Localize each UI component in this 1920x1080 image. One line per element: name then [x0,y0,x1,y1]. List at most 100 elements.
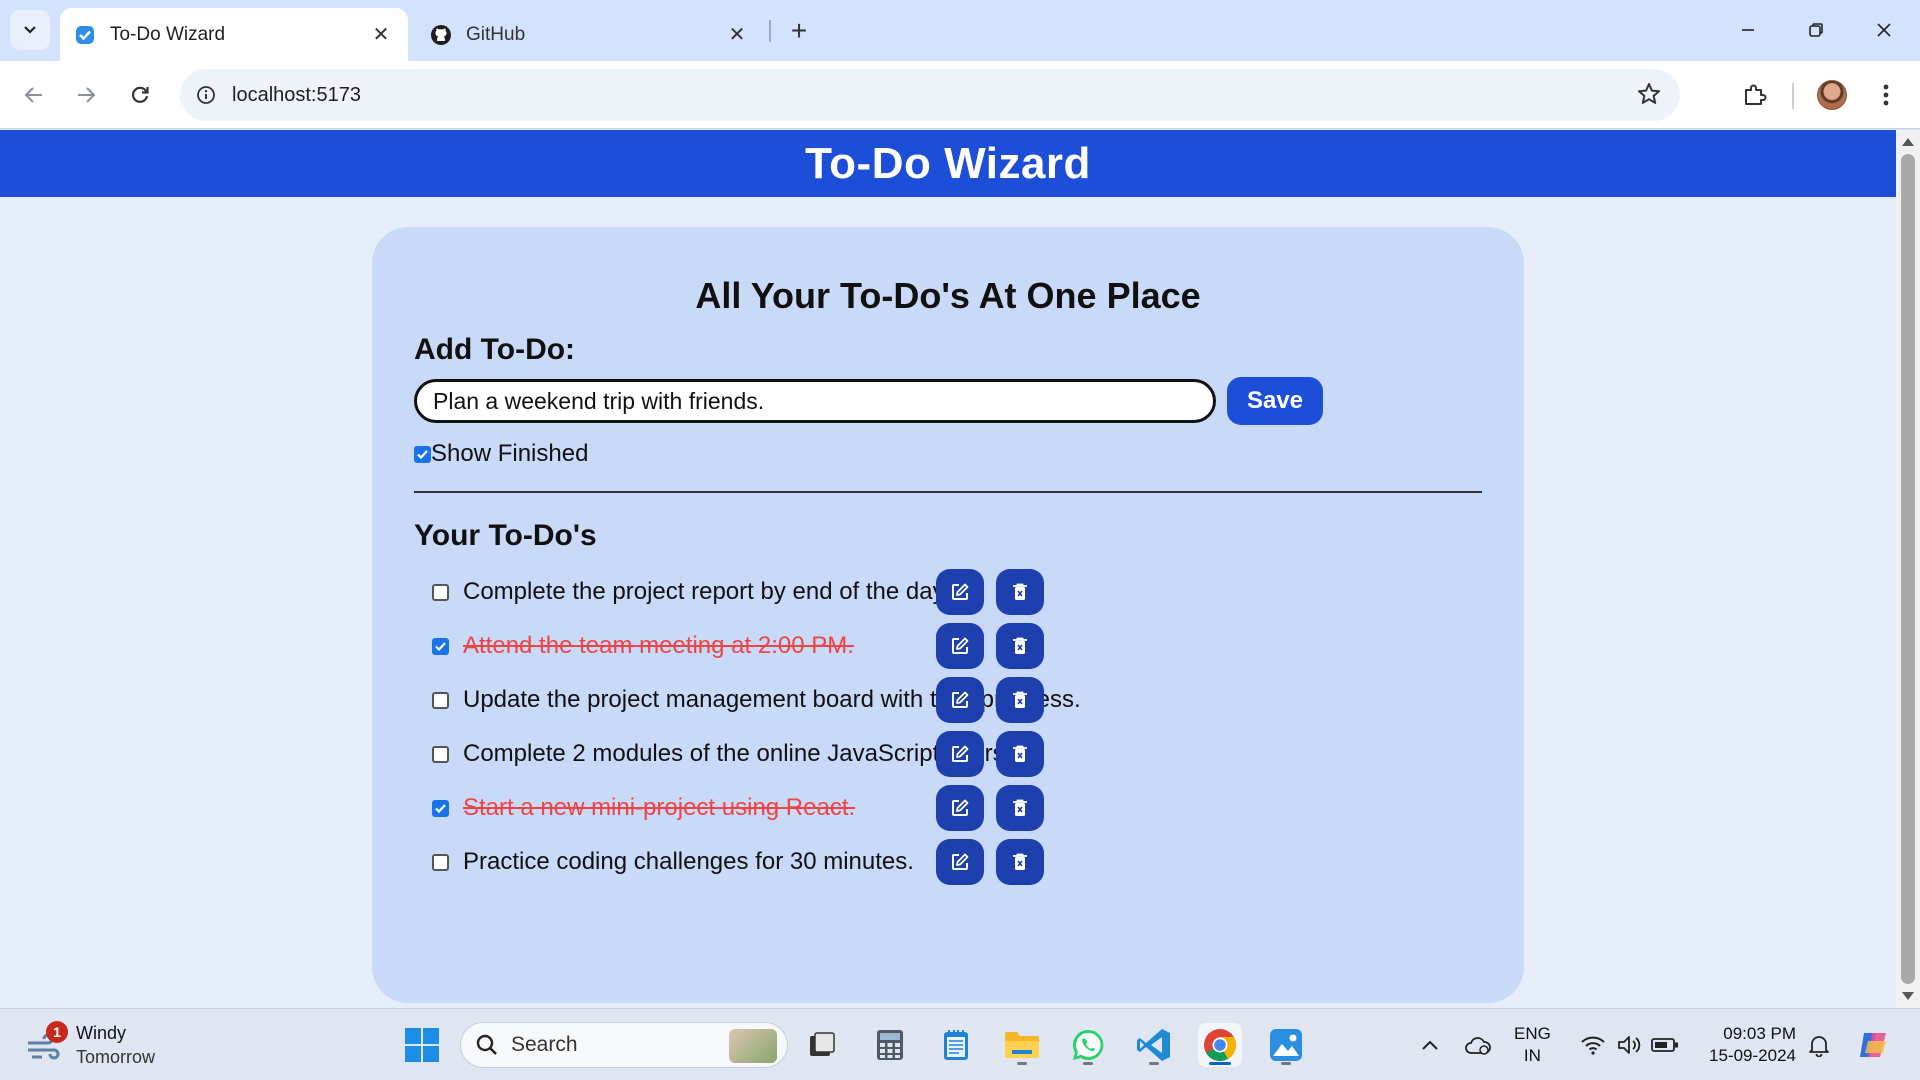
edit-button[interactable] [936,731,984,777]
delete-button[interactable] [996,839,1044,885]
trash-icon [1013,799,1027,816]
edit-button[interactable] [936,677,984,723]
vscode-icon[interactable] [1132,1023,1176,1067]
running-indicator [1017,1062,1027,1065]
edit-button[interactable] [936,569,984,615]
browser-toolbar: localhost:5173 [0,61,1920,129]
forward-arrow-icon[interactable] [66,75,106,115]
edit-icon [952,583,969,600]
minimize-icon[interactable] [1720,8,1776,52]
notification-badge: 1 [46,1021,68,1043]
running-indicator [1281,1062,1291,1065]
chrome-icon[interactable] [1198,1023,1242,1067]
windows-start-icon[interactable] [400,1023,444,1067]
copilot-icon[interactable] [1852,1023,1896,1067]
show-finished-checkbox[interactable] [414,445,431,463]
edit-button[interactable] [936,839,984,885]
profile-avatar[interactable] [1812,75,1852,115]
toolbar-separator [1792,83,1794,109]
notification-bell-icon[interactable] [1802,1023,1836,1067]
list-title: Your To-Do's [414,519,597,552]
tab-separator [769,20,771,42]
system-clock[interactable]: 09:03 PM 15-09-2024 [1700,1023,1796,1067]
close-window-icon[interactable] [1856,8,1912,52]
check-icon [435,803,446,813]
check-icon [435,641,446,651]
whatsapp-icon[interactable] [1066,1023,1110,1067]
delete-button[interactable] [996,623,1044,669]
edit-icon [952,691,969,708]
bookmark-star-icon[interactable] [1636,81,1662,112]
trash-icon [1013,745,1027,762]
todo-checkbox[interactable] [432,583,449,601]
vertical-scrollbar[interactable] [1896,130,1920,1008]
delete-button[interactable] [996,731,1044,777]
calculator-icon[interactable] [868,1023,912,1067]
todo-checkbox[interactable] [432,637,449,655]
close-tab-icon[interactable]: ✕ [368,22,394,48]
edit-button[interactable] [936,623,984,669]
reload-icon[interactable] [120,75,160,115]
edit-icon [952,745,969,762]
search-label: Search [511,1033,578,1056]
delete-button[interactable] [996,785,1044,831]
tab-search-button[interactable] [10,10,50,50]
close-tab-icon[interactable]: ✕ [724,22,750,48]
site-info-icon[interactable] [180,85,232,105]
volume-icon[interactable] [1612,1023,1646,1067]
notepad-icon[interactable] [934,1023,978,1067]
weather-widget[interactable]: 1 Windy Tomorrow [24,1021,155,1069]
language-code: ENG [1514,1024,1551,1043]
file-explorer-icon[interactable] [1000,1023,1044,1067]
battery-icon[interactable] [1648,1023,1682,1067]
todo-input[interactable] [414,379,1216,423]
restore-icon[interactable] [1788,8,1844,52]
show-finished-toggle[interactable]: Show Finished [414,440,588,468]
task-view-icon[interactable] [800,1023,844,1067]
avatar [1817,80,1847,110]
photos-icon[interactable] [1264,1023,1308,1067]
trash-icon [1013,691,1027,708]
save-button[interactable]: Save [1227,377,1323,425]
wind-icon: 1 [24,1021,68,1065]
todo-checkbox[interactable] [432,691,449,709]
show-finished-label: Show Finished [431,440,589,467]
new-tab-plus-icon[interactable]: + [782,14,816,48]
back-arrow-icon[interactable] [14,75,54,115]
extensions-puzzle-icon[interactable] [1734,75,1774,115]
scroll-down-arrow-icon[interactable] [1902,992,1914,1000]
edit-icon [952,799,969,816]
edit-button[interactable] [936,785,984,831]
scrollbar-thumb[interactable] [1901,154,1915,984]
wifi-icon[interactable] [1576,1023,1610,1067]
todo-item: Complete 2 modules of the online JavaScr… [432,729,1432,779]
tab-github[interactable]: GitHub ✕ [416,8,764,61]
address-bar[interactable]: localhost:5173 [180,69,1680,121]
chevron-down-icon [24,26,36,34]
scroll-up-arrow-icon[interactable] [1902,138,1914,146]
trash-icon [1013,583,1027,600]
active-indicator [1209,1062,1231,1065]
search-highlight-icon [729,1029,777,1063]
weather-title: Windy [76,1023,127,1043]
show-hidden-icons-chevron-icon[interactable] [1412,1023,1448,1067]
todo-checkbox[interactable] [432,853,449,871]
todo-item: Attend the team meeting at 2:00 PM. [432,621,1432,671]
tab-title: To-Do Wizard [110,23,226,45]
kebab-menu-icon[interactable] [1866,75,1906,115]
todo-checkbox[interactable] [432,799,449,817]
taskbar: 1 Windy Tomorrow Search ENG IN 09:03 PM … [0,1008,1920,1080]
running-indicator [1083,1062,1093,1065]
language-region: IN [1523,1046,1541,1065]
onedrive-cloud-icon[interactable] [1460,1023,1496,1067]
app-title: To-Do Wizard [805,138,1091,188]
tab-todo-wizard[interactable]: To-Do Wizard ✕ [60,8,408,61]
taskbar-search[interactable]: Search [460,1022,788,1068]
todo-checkbox[interactable] [432,745,449,763]
language-indicator[interactable]: ENG IN [1514,1023,1551,1067]
delete-button[interactable] [996,569,1044,615]
weather-subtitle: Tomorrow [76,1047,156,1067]
edit-icon [952,637,969,654]
edit-icon [952,853,969,870]
delete-button[interactable] [996,677,1044,723]
